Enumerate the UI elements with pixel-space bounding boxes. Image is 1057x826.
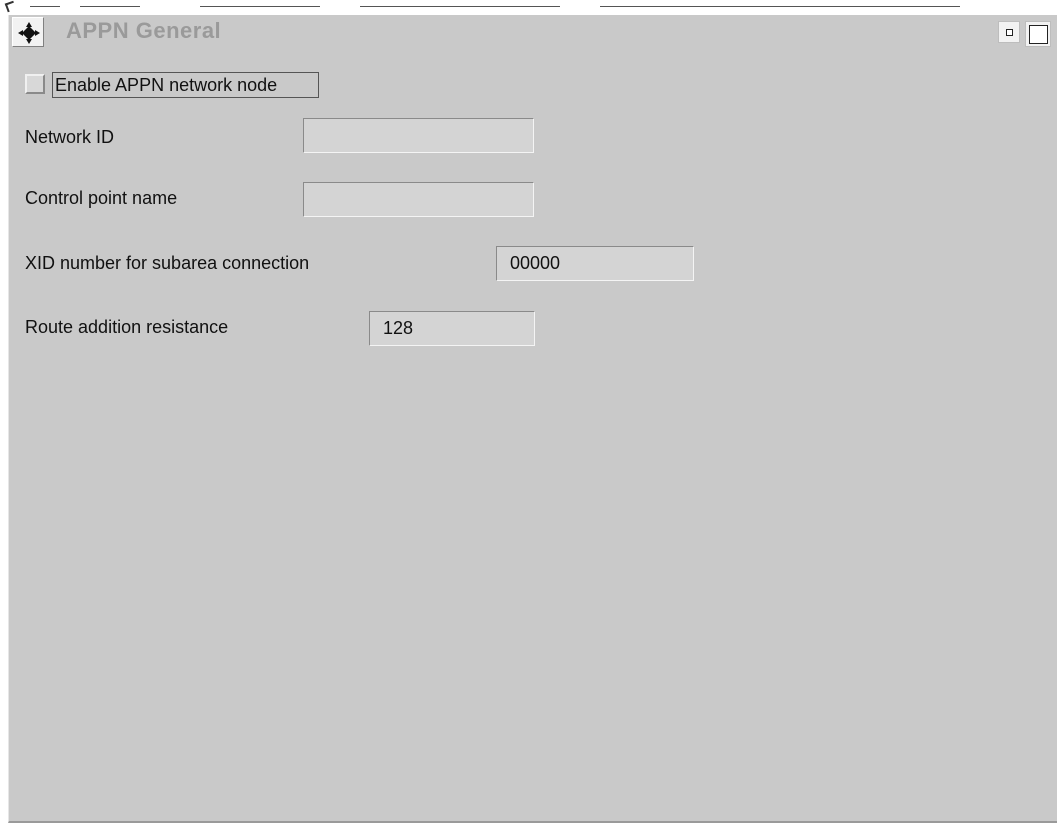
control-point-name-label: Control point name [25, 188, 178, 208]
appn-general-window: APPN General Enable APPN network node Ne… [8, 15, 1057, 823]
network-id-input[interactable] [303, 118, 534, 153]
network-id-label: Network ID [25, 127, 115, 147]
window-title: APPN General [66, 18, 222, 43]
xid-number-label: XID number for subarea connection [25, 253, 310, 273]
divider [360, 6, 560, 7]
route-addition-resistance-label: Route addition resistance [25, 317, 229, 337]
divider [80, 6, 140, 7]
enable-appn-checkbox[interactable] [25, 74, 45, 94]
divider [30, 6, 60, 7]
cursor-arrow-icon [4, 0, 17, 13]
maximize-button[interactable] [1025, 21, 1051, 47]
desktop-top-strip [0, 0, 1057, 15]
minimize-button[interactable] [998, 21, 1020, 43]
enable-appn-label[interactable]: Enable APPN network node [52, 72, 319, 98]
divider [600, 6, 960, 7]
title-bar[interactable]: APPN General [9, 15, 1057, 49]
move-arrows-icon[interactable] [12, 17, 44, 47]
divider [200, 6, 320, 7]
route-addition-resistance-input[interactable] [369, 311, 535, 346]
xid-number-input[interactable] [496, 246, 694, 281]
control-point-name-input[interactable] [303, 182, 534, 217]
